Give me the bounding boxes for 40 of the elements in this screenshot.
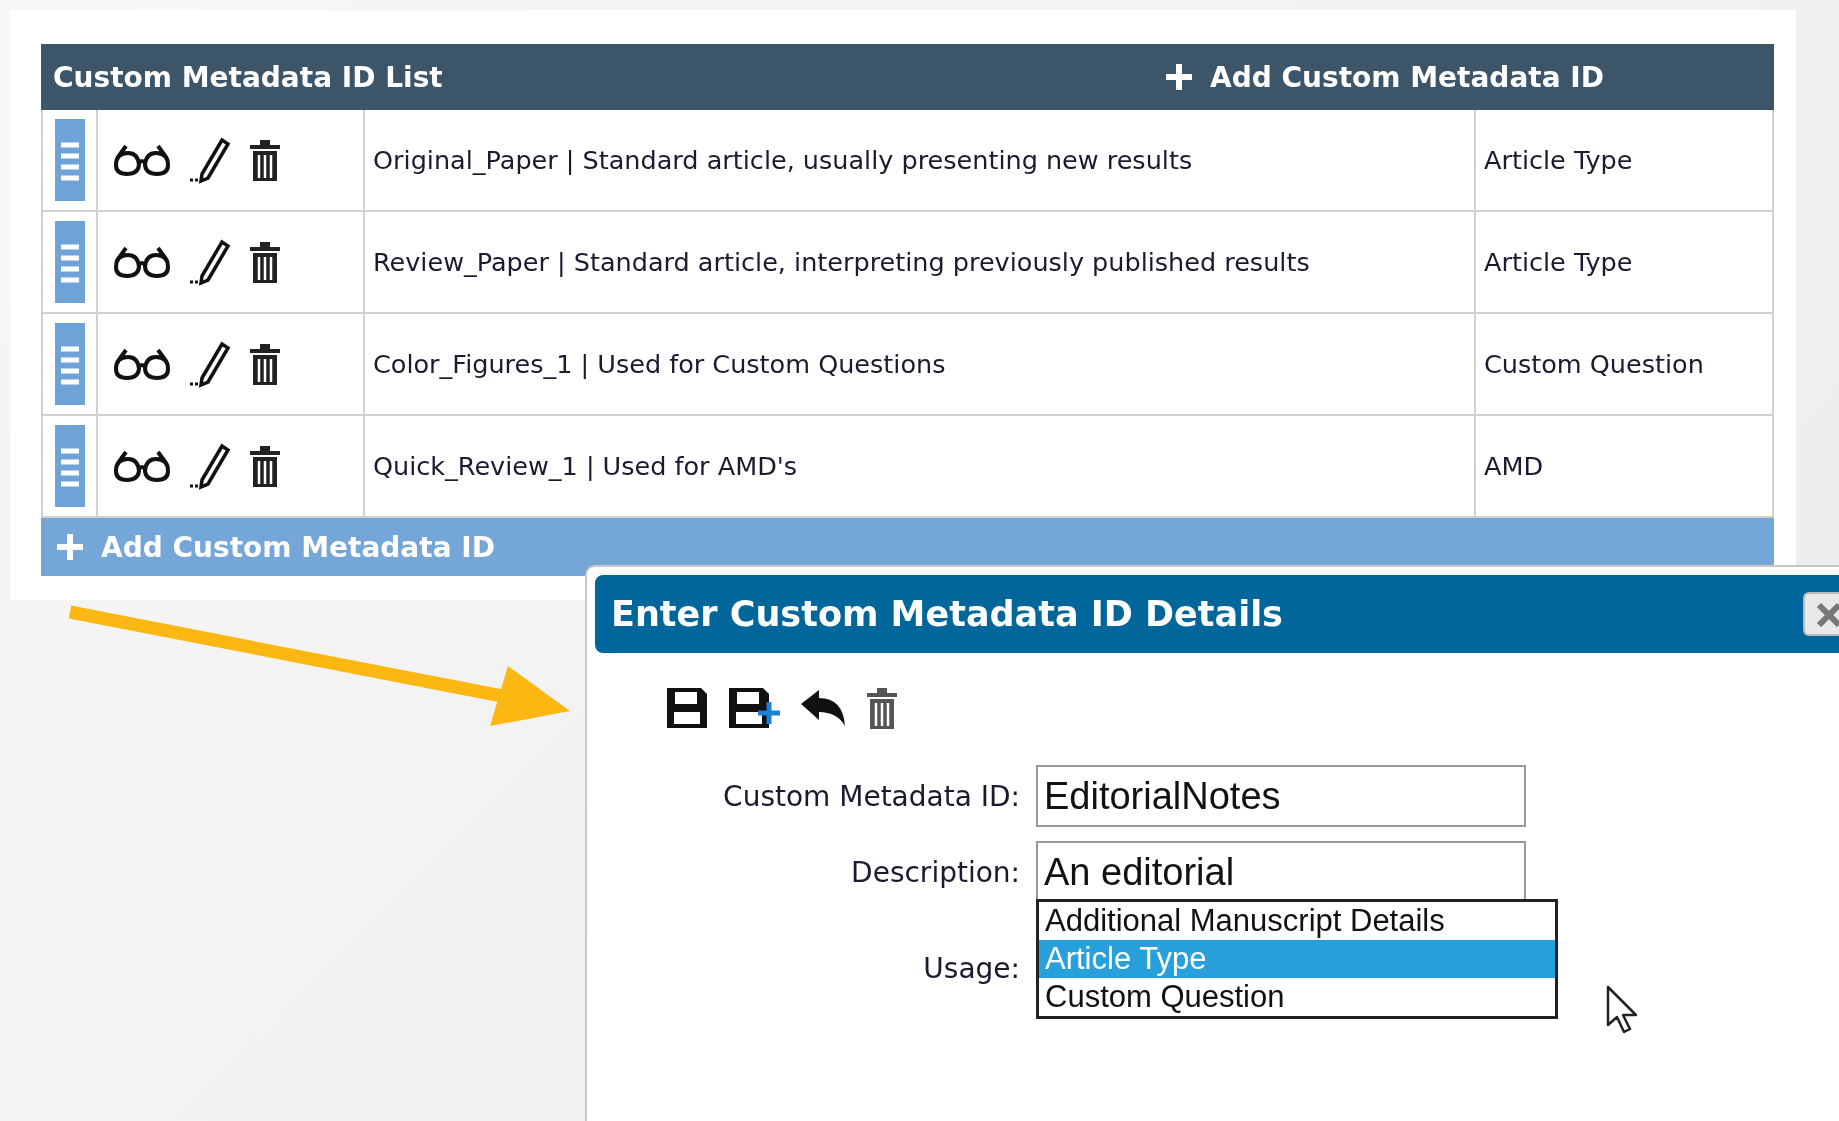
add-metadata-button[interactable]: Add Custom Metadata ID	[1164, 60, 1604, 94]
table-cell: Article Type	[1476, 110, 1774, 212]
drag-handle-icon[interactable]	[54, 323, 85, 405]
undo-icon[interactable]	[799, 688, 847, 728]
mouse-pointer-icon	[1606, 985, 1640, 1035]
pencil-icon[interactable]	[188, 340, 232, 388]
table-cell: Original_Paper | Standard article, usually presenting new results	[365, 110, 1476, 212]
dropdown-option[interactable]: Additional Manuscript Details	[1039, 902, 1555, 940]
plus-icon	[55, 532, 85, 562]
glasses-icon[interactable]	[112, 245, 172, 279]
drag-handle-icon[interactable]	[54, 221, 85, 303]
glasses-icon[interactable]	[112, 347, 172, 381]
save-icon[interactable]	[665, 686, 709, 730]
trash-icon[interactable]	[248, 342, 282, 386]
table-cell: Review_Paper | Standard article, interpreting previously published results	[365, 212, 1476, 314]
trash-icon[interactable]	[248, 138, 282, 182]
field-label: Description:	[850, 855, 1020, 889]
table-cell: Color_Figures_1 | Used for Custom Questions	[365, 314, 1476, 416]
trash-icon[interactable]	[248, 240, 282, 284]
trash-icon[interactable]	[865, 686, 899, 730]
trash-icon[interactable]	[248, 444, 282, 488]
table-cell: Article Type	[1476, 212, 1774, 314]
glasses-icon[interactable]	[112, 143, 172, 177]
pencil-icon[interactable]	[188, 238, 232, 286]
field-label: Usage:	[922, 951, 1020, 985]
table-cell: Custom Question	[1476, 314, 1774, 416]
close-icon	[1815, 601, 1839, 627]
dialog-title: Enter Custom Metadata ID Details	[610, 594, 1283, 634]
dropdown-option[interactable]: Custom Question	[1039, 978, 1555, 1016]
pencil-icon[interactable]	[188, 136, 232, 184]
drag-handle-icon[interactable]	[54, 119, 85, 201]
pencil-icon[interactable]	[188, 442, 232, 490]
close-button[interactable]	[1803, 592, 1839, 636]
field-label: Custom Metadata ID:	[722, 779, 1020, 813]
glasses-icon[interactable]	[112, 449, 172, 483]
list-title: Custom Metadata ID List	[53, 60, 443, 94]
plus-icon	[1164, 62, 1195, 92]
drag-handle-icon[interactable]	[54, 425, 85, 507]
save-new-icon[interactable]	[727, 686, 781, 730]
input-field[interactable]: EditorialNotes	[1036, 765, 1526, 827]
